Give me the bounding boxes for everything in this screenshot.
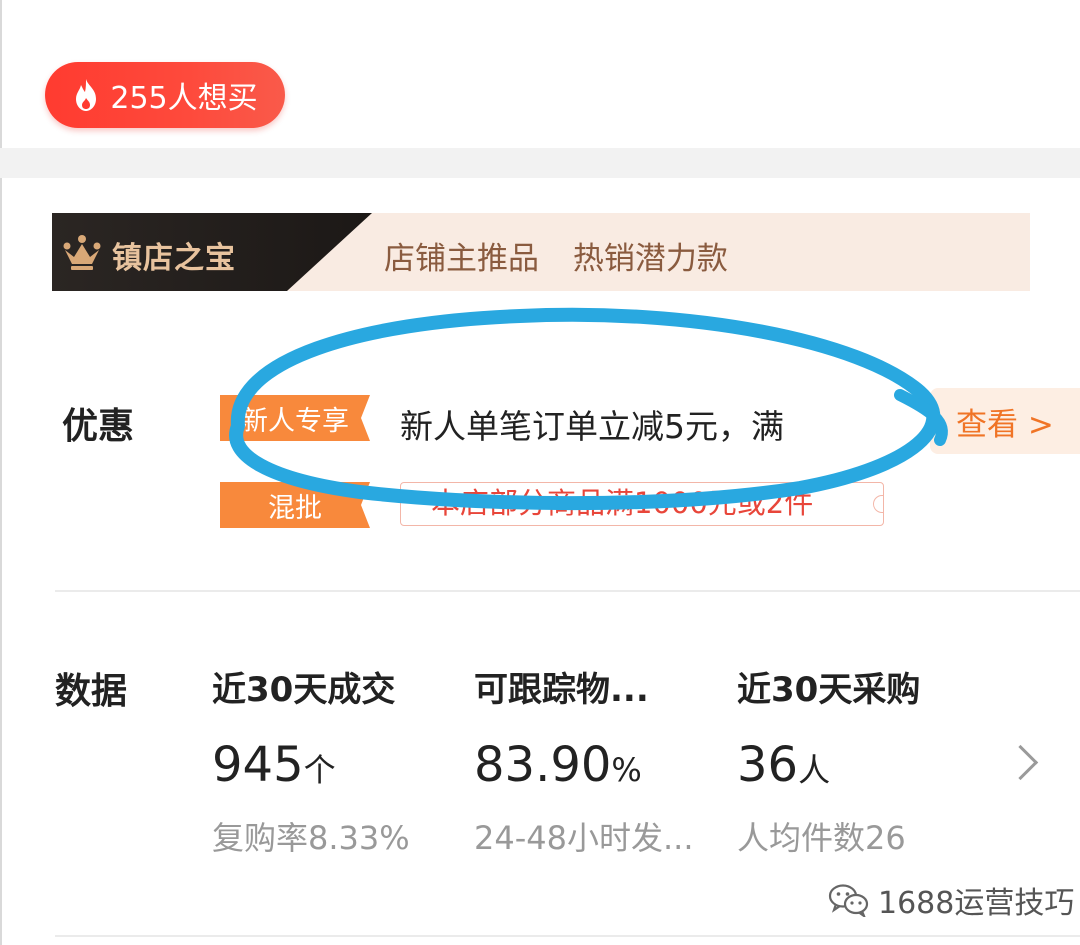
metric-value: 83.90 bbox=[474, 737, 612, 793]
metric-unit: 人 bbox=[798, 751, 831, 789]
section-divider bbox=[55, 590, 1080, 592]
watermark-text: 1688运营技巧 bbox=[878, 886, 1075, 921]
metric-title: 近30天成交 bbox=[212, 670, 396, 710]
new-user-promo-text[interactable]: 新人单笔订单立减5元，满 bbox=[400, 400, 784, 448]
mixed-batch-coupon[interactable]: 本店部分商品满1000元或2件 bbox=[400, 482, 884, 526]
treasure-title: 镇店之宝 bbox=[112, 241, 236, 276]
metric-value: 945 bbox=[212, 737, 304, 793]
metric-30day-deals[interactable]: 近30天成交 945个 复购率8.33% bbox=[212, 662, 410, 859]
metric-value-row: 36人 bbox=[737, 737, 920, 793]
discount-section-label: 优惠 bbox=[62, 406, 135, 447]
metric-unit: % bbox=[611, 751, 642, 789]
treasure-tag: 热销潜力款 bbox=[572, 241, 728, 277]
wechat-icon bbox=[828, 884, 869, 917]
mixed-batch-coupon-text: 本店部分商品满1000元或2件 bbox=[431, 486, 814, 520]
metric-30day-buyers[interactable]: 近30天采购 36人 人均件数26 bbox=[737, 662, 920, 859]
coupon-notch bbox=[873, 495, 883, 513]
data-section-label: 数据 bbox=[55, 671, 128, 712]
metric-value-row: 83.90% bbox=[474, 737, 694, 793]
new-user-tag: 新人专享 bbox=[220, 395, 370, 441]
metric-value: 36 bbox=[737, 737, 799, 793]
want-to-buy-label: 255人想买 bbox=[110, 81, 258, 116]
section-divider bbox=[55, 935, 1080, 937]
view-discount-button[interactable]: 查看 > bbox=[930, 388, 1080, 454]
metric-value-row: 945个 bbox=[212, 737, 410, 793]
section-separator-band bbox=[0, 148, 1080, 178]
metric-sub: 24-48小时发... bbox=[474, 819, 694, 857]
metric-sub: 人均件数26 bbox=[737, 819, 906, 857]
metric-sub: 复购率8.33% bbox=[212, 819, 410, 857]
fire-icon bbox=[76, 79, 97, 111]
treasure-tag: 店铺主推品 bbox=[384, 241, 539, 277]
treasure-tags: 店铺主推品 热销潜力款 bbox=[384, 233, 752, 278]
metric-title: 可跟踪物... bbox=[474, 670, 649, 710]
metric-title: 近30天采购 bbox=[737, 670, 921, 710]
metric-trackable-logistics[interactable]: 可跟踪物... 83.90% 24-48小时发... bbox=[474, 662, 694, 859]
metric-unit: 个 bbox=[303, 751, 336, 789]
chevron-right-icon[interactable] bbox=[1002, 744, 1039, 781]
wechat-watermark: 1688运营技巧 bbox=[828, 878, 1074, 922]
want-to-buy-badge: 255人想买 bbox=[45, 62, 285, 128]
left-edge-line bbox=[0, 0, 2, 945]
store-treasure-banner[interactable]: 镇店之宝 店铺主推品 热销潜力款 bbox=[52, 213, 1030, 291]
crown-icon bbox=[63, 235, 101, 270]
mixed-batch-tag: 混批 bbox=[220, 482, 370, 528]
